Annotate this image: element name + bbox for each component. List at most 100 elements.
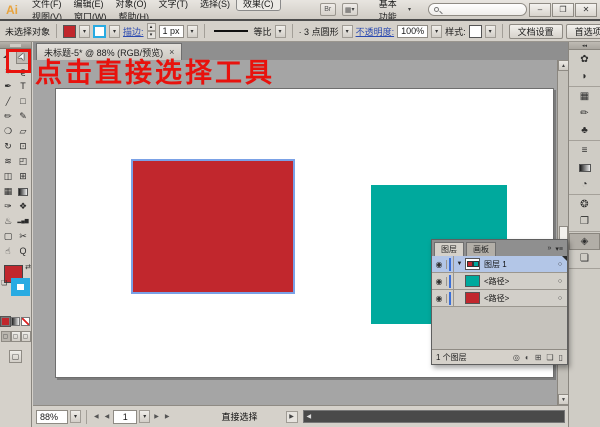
dock-stroke-icon[interactable]: ≡ (569, 142, 600, 159)
clipping-mask-icon[interactable]: ◐ (525, 353, 530, 362)
tool-blend[interactable]: ❖ (16, 199, 31, 214)
tool-shape-builder[interactable]: ◫ (1, 169, 16, 184)
menu-item-6[interactable]: 效果(C) (236, 0, 281, 11)
stroke-panel-link[interactable]: 描边: (123, 25, 144, 38)
opacity-dropdown-icon[interactable]: ▾ (431, 25, 442, 38)
panel-menu-icon[interactable]: ▾≡ (555, 245, 563, 253)
target-circle-icon[interactable]: ○ (553, 278, 567, 285)
tool-paintbrush[interactable]: ✏ (1, 109, 16, 124)
target-circle-icon[interactable]: ○ (553, 295, 567, 302)
new-layer-icon[interactable]: ❏ (546, 353, 553, 362)
next-artboard-icon[interactable]: ▶ (152, 413, 161, 420)
layer-name[interactable]: 图层 1 (484, 259, 553, 270)
tool-pen[interactable]: ✒ (1, 79, 16, 94)
stroke-color-swatch[interactable] (93, 25, 106, 38)
menu-item-1[interactable]: 文件(F) (26, 0, 68, 10)
stepper-up-icon[interactable]: ▴ (147, 23, 156, 31)
minimize-button[interactable]: – (529, 3, 551, 17)
none-button[interactable] (21, 317, 30, 326)
stroke-weight-stepper[interactable]: ▴▾ (147, 23, 156, 39)
dock-swatches-icon[interactable]: ▦ (569, 88, 600, 105)
restore-button[interactable]: ❐ (552, 3, 574, 17)
status-expand-icon[interactable]: ▶ (286, 411, 298, 423)
dock-graphic-styles-icon[interactable]: ❐ (569, 213, 600, 230)
dock-artboards-icon[interactable]: ❏ (569, 250, 600, 267)
stepper-down-icon[interactable]: ▾ (147, 31, 156, 39)
arrange-documents-icon[interactable]: ▦▾ (342, 3, 358, 16)
stroke-weight-field[interactable]: 1 px (159, 25, 184, 38)
artboard-dropdown-icon[interactable]: ▾ (139, 410, 150, 423)
tool-scale[interactable]: ⊡ (16, 139, 31, 154)
tool-rotate[interactable]: ↻ (1, 139, 16, 154)
layer-row-2[interactable]: ◉ <路径>○ (432, 273, 567, 290)
lock-column[interactable] (447, 273, 454, 290)
dock-color-guide-icon[interactable]: ◗ (569, 68, 600, 85)
collapse-panel-icon[interactable]: » (547, 245, 551, 253)
document-setup-button[interactable]: 文档设置 (509, 24, 563, 39)
expand-triangle-icon[interactable]: ▼ (454, 261, 465, 267)
bridge-icon[interactable]: Br (320, 3, 336, 16)
tool-eyedropper[interactable]: ✑ (1, 199, 16, 214)
menu-item-3[interactable]: 对象(O) (110, 0, 153, 10)
close-button[interactable]: ✕ (575, 3, 597, 17)
scroll-left-icon[interactable]: ◀ (304, 413, 315, 420)
style-dropdown-icon[interactable]: ▾ (485, 25, 496, 38)
target-circle-icon[interactable]: ○ (553, 261, 567, 268)
tool-zoom[interactable]: Q (16, 244, 31, 259)
color-button[interactable] (1, 317, 10, 326)
tool-rectangle[interactable]: □ (16, 94, 31, 109)
search-input[interactable] (428, 3, 527, 16)
screen-mode-button[interactable]: ▢ (9, 350, 22, 363)
layer-name[interactable]: <路径> (484, 293, 553, 304)
style-swatch[interactable] (469, 25, 482, 38)
opacity-link[interactable]: 不透明度: (356, 25, 395, 38)
brush-dropdown-icon[interactable]: ▾ (342, 25, 353, 38)
layer-name[interactable]: <路径> (484, 276, 553, 287)
horizontal-scrollbar[interactable]: ◀ (303, 410, 565, 423)
layer-row-1[interactable]: ◉ ▼ 图层 1○ (432, 256, 567, 273)
last-artboard-icon[interactable]: ▶ (163, 413, 172, 420)
draw-mode-3-button[interactable]: ▢ (21, 331, 31, 342)
locate-object-icon[interactable]: ◎ (513, 353, 520, 362)
fill-color-swatch[interactable] (63, 25, 76, 38)
zoom-dropdown-icon[interactable]: ▾ (70, 410, 81, 423)
layer-row-3[interactable]: ◉ <路径>○ (432, 290, 567, 307)
stroke-indicator[interactable] (11, 278, 30, 296)
tool-type[interactable]: T (16, 79, 31, 94)
tool-symbol-sprayer[interactable]: ♨ (1, 214, 16, 229)
visibility-eye-icon[interactable]: ◉ (432, 260, 447, 269)
width-profile-dropdown-icon[interactable]: ▾ (275, 25, 286, 38)
artboard-number-field[interactable]: 1 (113, 410, 137, 424)
visibility-eye-icon[interactable]: ◉ (432, 294, 447, 303)
tool-eraser[interactable]: ▱ (16, 124, 31, 139)
first-artboard-icon[interactable]: ◀ (92, 413, 101, 420)
lock-column[interactable] (447, 256, 454, 273)
tool-pencil[interactable]: ✎ (16, 109, 31, 124)
zoom-level-field[interactable]: 88% (36, 410, 68, 424)
preferences-button[interactable]: 首选项 (566, 24, 600, 39)
dock-transparency-icon[interactable]: ◔ (569, 176, 600, 193)
tool-gradient[interactable] (16, 184, 31, 199)
tool-perspective-grid[interactable]: ⊞ (16, 169, 31, 184)
stroke-dropdown-icon[interactable]: ▾ (109, 25, 120, 38)
menu-item-2[interactable]: 编辑(E) (68, 0, 110, 10)
visibility-eye-icon[interactable]: ◉ (432, 277, 447, 286)
dock-layers-icon[interactable]: ◈ (569, 233, 600, 250)
tool-hand[interactable]: ☝ (1, 244, 16, 259)
stroke-weight-dropdown-icon[interactable]: ▾ (187, 25, 198, 38)
fill-dropdown-icon[interactable]: ▾ (79, 25, 90, 38)
tool-slice[interactable]: ✂ (16, 229, 31, 244)
dock-symbols-icon[interactable]: ♣ (569, 122, 600, 139)
dock-appearance-icon[interactable]: ❂ (569, 196, 600, 213)
tab-artboards[interactable]: 画板 (466, 242, 496, 256)
red-rectangle-shape[interactable] (131, 159, 295, 294)
tab-layers[interactable]: 图层 (434, 242, 464, 256)
dock-brushes-icon[interactable]: ✏ (569, 105, 600, 122)
tool-graph[interactable]: ▂▄▆ (16, 214, 31, 229)
draw-mode-1-button[interactable]: ▢ (1, 331, 11, 342)
dock-gradient-icon[interactable]: ▬ (569, 159, 600, 176)
tools-panel-gripper[interactable] (0, 42, 31, 49)
prev-artboard-icon[interactable]: ◀ (103, 413, 112, 420)
delete-layer-icon[interactable]: ▯ (559, 353, 563, 362)
default-fill-stroke-icon[interactable]: ❏ (1, 279, 7, 287)
